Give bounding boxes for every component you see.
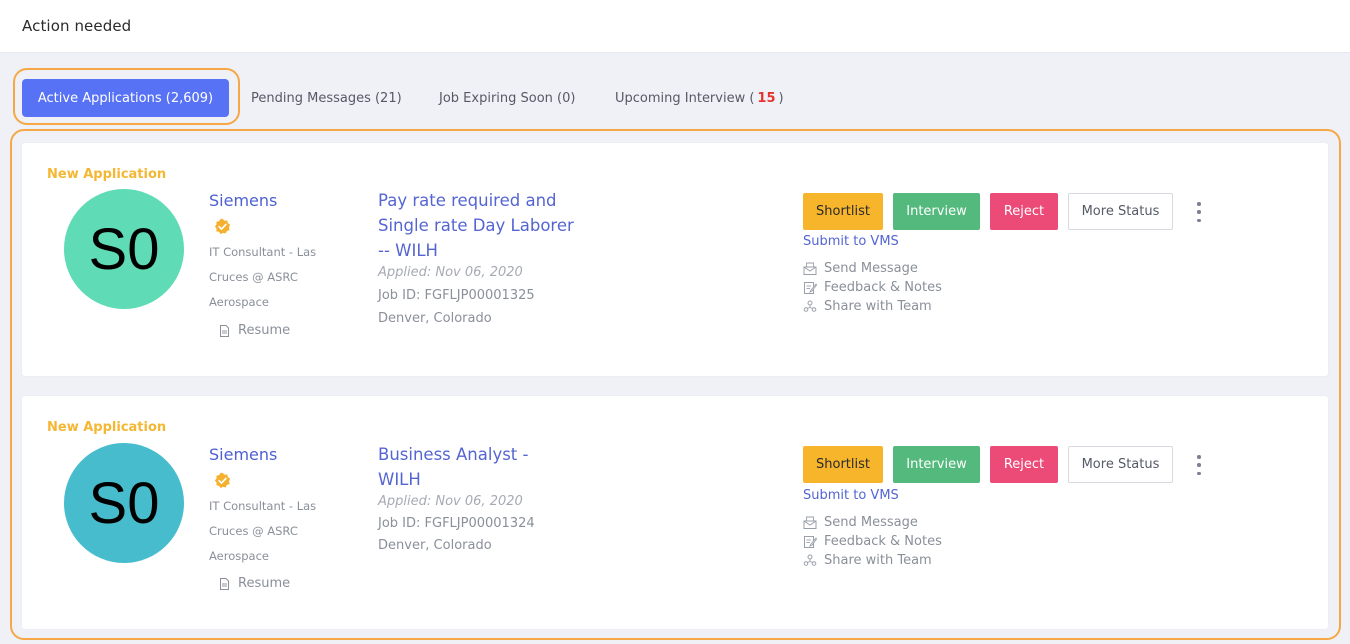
resume-label: Resume xyxy=(238,576,291,591)
tab-pending-messages[interactable]: Pending Messages (21) xyxy=(251,79,402,117)
document-icon xyxy=(220,577,229,590)
interview-button[interactable]: Interview xyxy=(893,446,980,483)
team-icon xyxy=(803,554,817,566)
job-id: Job ID: FGFLJP00001325 xyxy=(378,288,535,303)
applied-date: Applied: Nov 06, 2020 xyxy=(378,265,523,280)
candidate-role-line: IT Consultant - Las xyxy=(209,245,317,259)
feedback-notes-link[interactable]: Feedback & Notes xyxy=(803,534,942,549)
send-message-link[interactable]: Send Message xyxy=(803,261,918,276)
verified-badge-icon xyxy=(214,218,231,235)
shortlist-button[interactable]: Shortlist xyxy=(803,446,883,483)
verified-badge-icon xyxy=(214,472,231,489)
tab-upcoming-interview-suffix: ) xyxy=(778,90,784,106)
submit-to-vms-link[interactable]: Submit to VMS xyxy=(803,234,899,249)
edit-note-icon xyxy=(804,536,817,548)
application-card: New Application S0 Siemens IT Consultant… xyxy=(22,396,1328,629)
job-title-link[interactable]: Pay rate required and Single rate Day La… xyxy=(378,188,578,263)
send-message-label: Send Message xyxy=(824,261,918,276)
job-title-link[interactable]: Business Analyst - WILH xyxy=(378,442,558,492)
mail-icon xyxy=(803,516,817,529)
shortlist-button[interactable]: Shortlist xyxy=(803,193,883,230)
job-location: Denver, Colorado xyxy=(378,311,492,326)
feedback-notes-link[interactable]: Feedback & Notes xyxy=(803,280,942,295)
candidate-role-line: Cruces @ ASRC xyxy=(209,524,298,538)
document-icon xyxy=(220,324,229,337)
mail-icon xyxy=(803,262,817,275)
candidate-role-line: Aerospace xyxy=(209,549,269,563)
applied-date: Applied: Nov 06, 2020 xyxy=(378,494,523,509)
send-message-label: Send Message xyxy=(824,515,918,530)
kebab-menu-icon[interactable] xyxy=(1194,202,1204,222)
avatar[interactable]: S0 xyxy=(64,189,184,309)
feedback-notes-label: Feedback & Notes xyxy=(824,280,942,295)
share-with-team-link[interactable]: Share with Team xyxy=(803,553,932,568)
upcoming-interview-count: 15 xyxy=(757,90,776,106)
tab-active-applications[interactable]: Active Applications (2,609) xyxy=(22,79,229,117)
share-with-team-label: Share with Team xyxy=(824,299,932,314)
feedback-notes-label: Feedback & Notes xyxy=(824,534,942,549)
new-application-badge: New Application xyxy=(47,167,167,182)
tab-job-expiring-soon[interactable]: Job Expiring Soon (0) xyxy=(439,79,575,117)
interview-button[interactable]: Interview xyxy=(893,193,980,230)
job-location: Denver, Colorado xyxy=(378,538,492,553)
avatar[interactable]: S0 xyxy=(64,443,184,563)
send-message-link[interactable]: Send Message xyxy=(803,515,918,530)
share-with-team-link[interactable]: Share with Team xyxy=(803,299,932,314)
page-title: Action needed xyxy=(22,17,132,35)
team-icon xyxy=(803,300,817,312)
more-status-button[interactable]: More Status xyxy=(1068,193,1173,230)
share-with-team-label: Share with Team xyxy=(824,553,932,568)
reject-button[interactable]: Reject xyxy=(990,446,1058,483)
candidate-role-line: IT Consultant - Las xyxy=(209,499,317,513)
resume-link[interactable]: Resume xyxy=(219,323,290,338)
job-id: Job ID: FGFLJP00001324 xyxy=(378,516,535,531)
submit-to-vms-link[interactable]: Submit to VMS xyxy=(803,488,899,503)
company-name[interactable]: Siemens xyxy=(209,445,277,464)
new-application-badge: New Application xyxy=(47,420,167,435)
kebab-menu-icon[interactable] xyxy=(1194,455,1204,475)
resume-label: Resume xyxy=(238,323,291,338)
avatar-initials: S0 xyxy=(88,470,160,536)
more-status-button[interactable]: More Status xyxy=(1068,446,1173,483)
page-header: Action needed xyxy=(0,0,1350,53)
resume-link[interactable]: Resume xyxy=(219,576,290,591)
company-name[interactable]: Siemens xyxy=(209,191,277,210)
candidate-role-line: Aerospace xyxy=(209,295,269,309)
avatar-initials: S0 xyxy=(88,216,160,282)
candidate-role-line: Cruces @ ASRC xyxy=(209,270,298,284)
reject-button[interactable]: Reject xyxy=(990,193,1058,230)
edit-note-icon xyxy=(804,282,817,294)
tab-upcoming-interview-label: Upcoming Interview ( xyxy=(615,90,755,106)
tab-upcoming-interview[interactable]: Upcoming Interview ( 15 ) xyxy=(615,79,784,117)
application-card: New Application S0 Siemens IT Consultant… xyxy=(22,143,1328,376)
